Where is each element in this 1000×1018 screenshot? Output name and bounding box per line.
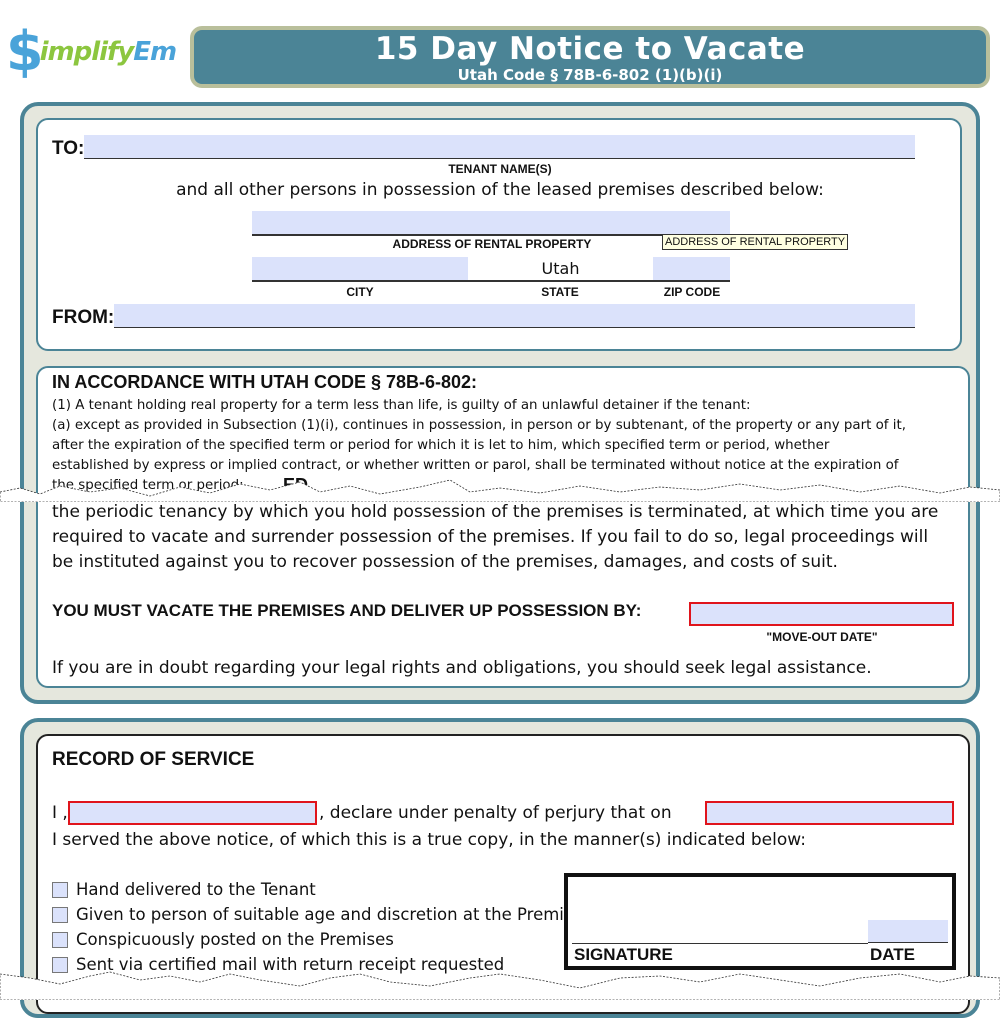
server-name-input[interactable]: [68, 801, 317, 825]
move-out-caption: "MOVE-OUT DATE": [766, 630, 878, 644]
served-text: I served the above notice, of which this…: [52, 830, 806, 850]
statute-heading: IN ACCORDANCE WITH UTAH CODE § 78B-6-802…: [52, 372, 478, 392]
logo-text-em: Em: [133, 37, 177, 67]
statute-line: (a) except as provided in Subsection (1)…: [52, 418, 907, 433]
statute-line: after the expiration of the specified te…: [52, 438, 830, 453]
method-label: Hand delivered to the Tenant: [76, 880, 316, 899]
hand-delivered-checkbox[interactable]: [52, 881, 68, 898]
page-subtitle: Utah Code § 78B-6-802 (1)(b)(i): [457, 66, 723, 84]
signature-field[interactable]: [572, 881, 868, 944]
statute-line: (1) A tenant holding real property for a…: [52, 398, 751, 413]
torn-page-edge-bottom: [0, 971, 1000, 1000]
signature-box: SIGNATURE DATE: [564, 873, 956, 970]
simplifyem-logo: $ implify Em: [6, 20, 177, 83]
tenant-names-input[interactable]: [84, 135, 915, 159]
posted-checkbox[interactable]: [52, 931, 68, 948]
service-date-input[interactable]: [705, 801, 954, 825]
from-label: FROM:: [52, 307, 115, 328]
i-prefix: I ,: [52, 803, 68, 823]
legal-advice-text: If you are in doubt regarding your legal…: [52, 658, 872, 678]
address-input[interactable]: [252, 211, 730, 236]
city-input[interactable]: [252, 257, 468, 282]
notice-line: the periodic tenancy by which you hold p…: [52, 502, 939, 522]
method-label: Given to person of suitable age and disc…: [76, 905, 592, 924]
notice-text: the periodic tenancy by which you hold p…: [52, 500, 972, 575]
statute-line: established by express or implied contra…: [52, 458, 899, 473]
move-out-date-input[interactable]: [689, 602, 954, 626]
address-caption: ADDRESS OF RENTAL PROPERTY: [392, 237, 592, 251]
state-caption: STATE: [541, 285, 579, 299]
state-value: Utah: [541, 259, 580, 278]
signature-date-input[interactable]: [868, 920, 948, 943]
zip-input[interactable]: [653, 257, 730, 282]
service-method-item: Hand delivered to the Tenant: [52, 877, 591, 902]
service-heading: RECORD OF SERVICE: [52, 749, 255, 770]
city-caption: CITY: [346, 285, 374, 299]
title-banner: 15 Day Notice to Vacate Utah Code § 78B-…: [190, 26, 990, 88]
suitable-person-checkbox[interactable]: [52, 906, 68, 923]
persons-text: and all other persons in possession of t…: [176, 180, 824, 200]
page-title: 15 Day Notice to Vacate: [374, 31, 806, 67]
method-label: Conspicuously posted on the Premises: [76, 930, 394, 949]
date-caption: DATE: [870, 945, 916, 964]
torn-page-edge: [0, 479, 1000, 502]
service-method-item: Conspicuously posted on the Premises: [52, 927, 591, 952]
vacate-label: YOU MUST VACATE THE PREMISES AND DELIVER…: [52, 601, 642, 620]
state-field: Utah: [468, 257, 653, 282]
declare-text: , declare under penalty of perjury that …: [319, 803, 672, 823]
notice-line: required to vacate and surrender possess…: [52, 527, 929, 547]
service-methods-list: Hand delivered to the Tenant Given to pe…: [52, 877, 591, 977]
tenant-names-caption: TENANT NAME(S): [448, 162, 552, 176]
signature-caption: SIGNATURE: [574, 945, 673, 964]
service-method-item: Given to person of suitable age and disc…: [52, 902, 591, 927]
address-tooltip: ADDRESS OF RENTAL PROPERTY: [662, 234, 849, 250]
from-input[interactable]: [114, 304, 915, 328]
logo-text-simplify: implify: [39, 37, 135, 67]
to-label: TO:: [52, 138, 85, 159]
notice-line: be instituted against you to recover pos…: [52, 552, 838, 572]
zip-caption: ZIP CODE: [663, 285, 721, 299]
dollar-icon: $: [6, 20, 44, 83]
